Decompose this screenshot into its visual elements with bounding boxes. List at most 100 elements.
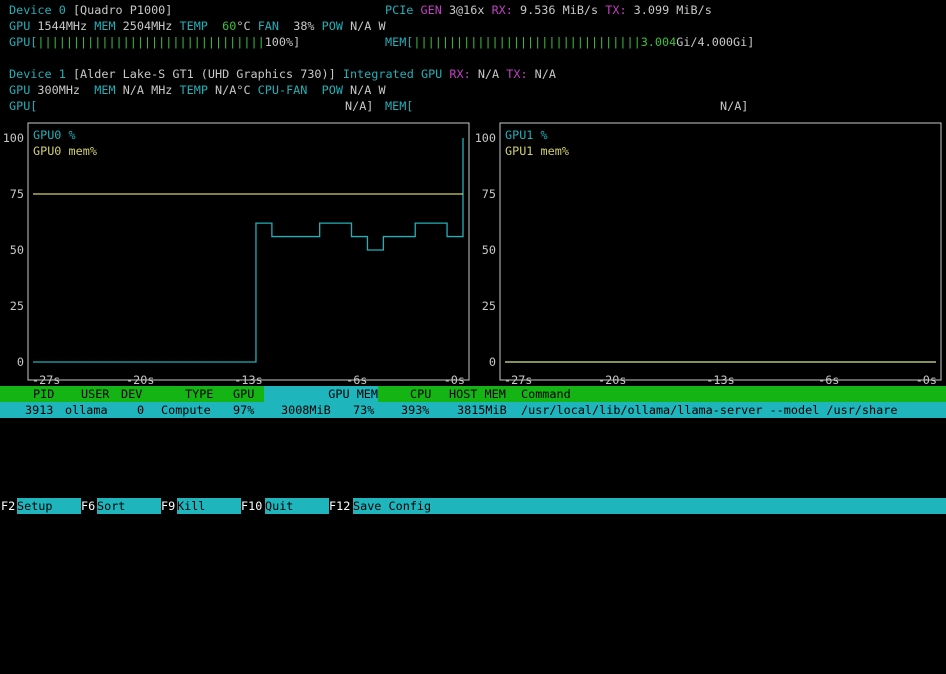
gpu-clock-value: 1544MHz (37, 19, 88, 33)
legend-entry: GPU1 mem% (505, 144, 569, 158)
gpu-clock-value: 300MHz (37, 83, 81, 97)
sort-button[interactable]: Sort (97, 498, 161, 514)
device1-gpu-bar-value-line: N/A] (345, 98, 373, 114)
mem-bar-label: MEM[ (385, 35, 414, 49)
tx-value: N/A (534, 67, 556, 81)
mem-clock-label: MEM (94, 83, 116, 97)
mem-bar-fill: ||||||||||||||||||||||||||||||||3.004 (413, 35, 677, 49)
device1-gpu-bar-label-line: GPU[ (9, 98, 37, 114)
device1-mem-bar-value-line: N/A] (720, 98, 748, 114)
pcie-label: PCIe (385, 3, 414, 17)
y-tick-label: 25 (482, 299, 496, 313)
chart-frame (499, 122, 942, 381)
col-host-mem[interactable]: HOST MEM (449, 386, 506, 402)
pow-label: POW (321, 83, 343, 97)
mem-bar-value: N/A] (720, 99, 749, 113)
cell-pid: 3913 (25, 403, 54, 417)
rx-label: RX: (449, 67, 471, 81)
fan-value: 38% (293, 19, 315, 33)
gpu-bar-label: GPU[ (9, 35, 38, 49)
cell-gpu: 97% (233, 403, 255, 417)
col-pid[interactable]: PID (33, 386, 54, 402)
y-tick-label: 0 (489, 355, 496, 369)
cell-gpu-mem: 3008MiB (281, 403, 331, 417)
fan-label: FAN (257, 19, 279, 33)
temp-value: N/A°C (215, 83, 251, 97)
x-tick-label: -20s (126, 373, 154, 384)
x-tick-label: -6s (346, 373, 367, 384)
cell-dev: 0 (137, 403, 145, 417)
series-line-usage (33, 138, 464, 363)
device0-gpu-bar: GPU[||||||||||||||||||||||||||||||||100%… (9, 34, 300, 50)
device0-header-line: Device 0 [Quadro P1000] (9, 2, 172, 18)
f12-key: F12 (329, 499, 351, 513)
tx-value: 3.099 MiB/s (633, 3, 712, 17)
y-tick-label: 25 (10, 299, 24, 313)
rx-value: 9.536 MiB/s (520, 3, 599, 17)
gpu-bar-value: 100%] (264, 35, 301, 49)
device0-name: [Quadro P1000] (72, 3, 173, 17)
pow-value: N/A W (350, 83, 386, 97)
rx-label: RX: (491, 3, 513, 17)
table-row[interactable]: 3913 ollama 0 Compute 97% 3008MiB 73% 39… (0, 402, 946, 418)
device1-mem-bar-label-line: MEM[ (385, 98, 413, 114)
temp-unit: °C (236, 19, 251, 33)
device0-label: Device 0 (9, 3, 66, 17)
temp-label: TEMP (179, 83, 208, 97)
gpu-bar-value: N/A] (345, 99, 374, 113)
gpu-clock-label: GPU (9, 19, 31, 33)
kill-button[interactable]: Kill (177, 498, 241, 514)
x-tick-label: -20s (598, 373, 626, 384)
legend-entry: GPU0 % (33, 128, 76, 142)
cell-type: Compute (161, 403, 211, 417)
gpu-charts: 100 75 50 25 0 -27s -20s -13s -6s -0s GPU0 % GPU0 m… (3, 122, 942, 384)
legend-entry: GPU0 mem% (33, 144, 97, 158)
col-cpu[interactable]: CPU (410, 386, 431, 402)
col-type[interactable]: TYPE (185, 386, 213, 402)
x-tick-label: -13s (234, 373, 262, 384)
pow-label: POW (321, 19, 343, 33)
y-tick-label: 100 (475, 131, 496, 145)
pow-value: N/A W (350, 19, 386, 33)
gpu-clock-label: GPU (9, 83, 31, 97)
device1-stats-line: GPU 300MHz MEM N/A MHz TEMP N/A°C CPU-FA… (9, 82, 386, 98)
col-gpu[interactable]: GPU (233, 386, 254, 402)
device0-mem-bar: MEM[||||||||||||||||||||||||||||||||3.00… (385, 34, 754, 50)
save-config-button[interactable]: Save Config (353, 498, 946, 514)
gen-label: GEN (420, 3, 442, 17)
device0-pcie-line: PCIe GEN 3@16x RX: 9.536 MiB/s TX: 3.099… (385, 2, 712, 18)
mem-clock-value: 2504MHz (122, 19, 173, 33)
device1-name: [Alder Lake-S GT1 (UHD Graphics 730)] (72, 67, 336, 81)
mem-clock-label: MEM (94, 19, 116, 33)
col-command[interactable]: Command (521, 386, 571, 402)
x-tick-label: -0s (916, 373, 937, 384)
chart-frame (27, 122, 470, 381)
device0-stats-line: GPU 1544MHz MEM 2504MHz TEMP 60°C FAN 38… (9, 18, 386, 34)
mem-bar-label: MEM[ (385, 99, 414, 113)
col-user[interactable]: USER (81, 386, 109, 402)
col-gpu-mem[interactable]: GPU MEM (264, 386, 378, 402)
gpu-bar-label: GPU[ (9, 99, 38, 113)
col-dev[interactable]: DEV (121, 386, 142, 402)
tx-label: TX: (605, 3, 627, 17)
process-table-header: PID USER DEV TYPE GPU GPU MEM CPU HOST M… (0, 386, 946, 402)
gen-value: 3@16x (448, 3, 485, 17)
x-tick-label: -6s (818, 373, 839, 384)
quit-button[interactable]: Quit (265, 498, 329, 514)
integrated-label: Integrated GPU (342, 67, 443, 81)
legend-entry: GPU1 % (505, 128, 548, 142)
temp-value: 60 (222, 19, 237, 33)
cell-gpu-mem-pct: 73% (353, 403, 375, 417)
x-tick-label: -27s (32, 373, 60, 384)
f6-key: F6 (81, 499, 96, 513)
setup-button[interactable]: Setup (17, 498, 81, 514)
cpu-fan-label: CPU-FAN (257, 83, 308, 97)
gpu-bar-fill: |||||||||||||||||||||||||||||||| (37, 35, 265, 49)
y-tick-label: 0 (17, 355, 24, 369)
y-tick-label: 50 (10, 243, 24, 257)
x-tick-label: -13s (706, 373, 734, 384)
cell-host-mem: 3815MiB (457, 403, 507, 417)
y-tick-label: 50 (482, 243, 496, 257)
tx-label: TX: (506, 67, 528, 81)
f2-key: F2 (1, 499, 16, 513)
